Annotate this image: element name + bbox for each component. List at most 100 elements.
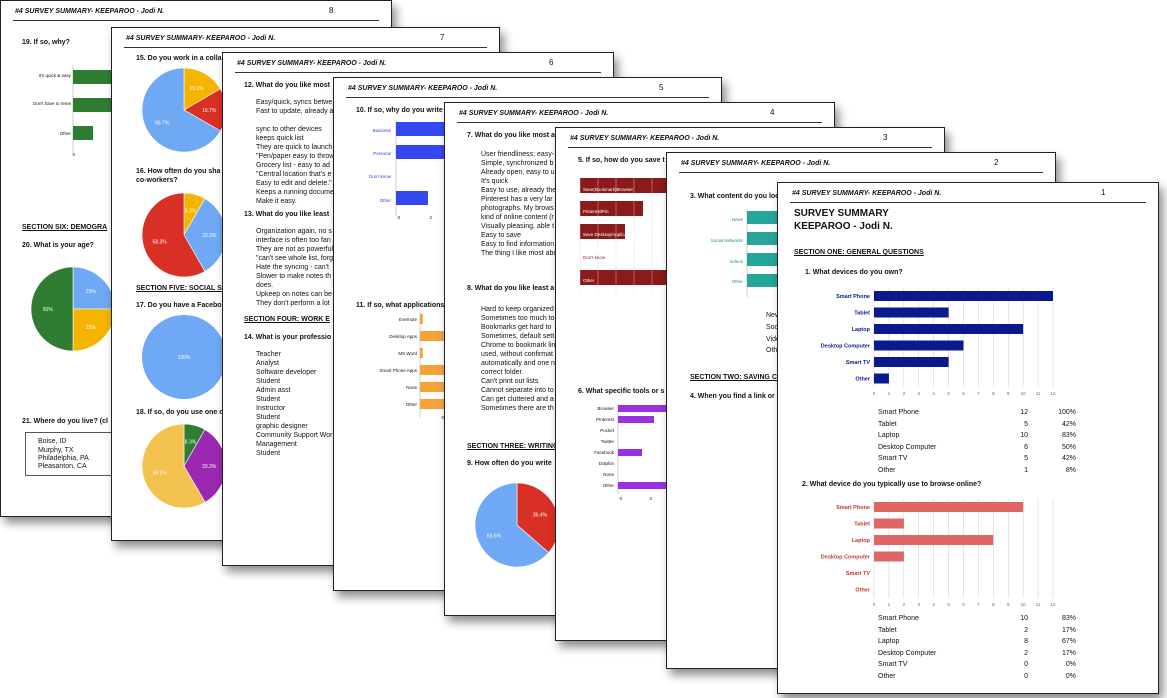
- list-line: Upkeep on notes can be: [256, 291, 332, 298]
- list-line: Teacher: [256, 351, 281, 358]
- category-label: Other: [855, 588, 871, 594]
- list-line: Student: [256, 396, 281, 403]
- table-cell-percent: 83%: [1061, 432, 1076, 439]
- category-label: Smart Phone: [836, 294, 870, 300]
- axis-tick: 11: [1036, 391, 1041, 396]
- tool-label: Browser: [597, 406, 614, 411]
- list-line: Organization again, no s: [256, 228, 332, 235]
- axis-tick: 1: [888, 391, 891, 396]
- bar: [396, 191, 428, 205]
- list-line: Make it easy.: [256, 198, 297, 205]
- list-line: sync to other devices: [256, 126, 322, 133]
- list-line: Bookmarks get hard to: [481, 324, 552, 331]
- list-line: They don't perform a lot: [256, 300, 330, 307]
- bar: [618, 416, 654, 423]
- header-rule: [13, 20, 379, 21]
- bar-label: Don't know: [368, 174, 391, 179]
- table-cell-percent: 0%: [1065, 672, 1076, 680]
- page-number: 7: [440, 33, 445, 42]
- social-use-pie-chart: 8.3% 33.3% 58.3%: [141, 423, 227, 509]
- list-line: Can get cluttered and a: [481, 396, 554, 403]
- axis-tick: 12: [1050, 602, 1056, 607]
- tool-label: Dolphin: [598, 461, 614, 466]
- list-line: Instructor: [256, 405, 286, 412]
- app-label: Smart Phone Apps: [379, 368, 417, 373]
- bar: [874, 324, 1024, 334]
- page-header: #4 SURVEY SUMMARY- KEEPAROO - Jodi N.: [126, 35, 276, 42]
- location-box: Boise, ID Murphy, TX Philadelphia, PA Pl…: [25, 432, 122, 476]
- table-cell-count: 8: [1024, 638, 1028, 645]
- table-cell-count: 5: [1024, 420, 1028, 428]
- category-label: Laptop: [852, 327, 871, 333]
- pie-slice-label: 25%: [86, 289, 97, 295]
- question-17: 17. Do you have a Facebo: [136, 302, 222, 309]
- page-number: 8: [329, 6, 334, 15]
- pie-slice-label: 33.3%: [202, 464, 217, 470]
- table-cell-label: Smart TV: [878, 661, 908, 668]
- header-rule: [346, 97, 709, 98]
- question-5: 5. If so, how do you save t: [578, 157, 665, 164]
- axis-tick: 11: [1036, 602, 1041, 607]
- list-line: The thing I like most abo: [481, 250, 558, 257]
- axis-tick: 12: [1050, 391, 1056, 396]
- bar: [874, 373, 889, 384]
- list-line: Easy/quick, syncs betwe: [256, 99, 333, 106]
- bar: [73, 98, 113, 112]
- list-line: Easy to find information: [481, 241, 555, 248]
- app-label: Desktop Apps: [389, 334, 417, 339]
- table-cell-label: Other: [878, 672, 896, 680]
- header-rule: [568, 147, 932, 148]
- pie-slice-label: 58.3%: [153, 471, 168, 477]
- category-label: Smart Phone: [836, 505, 870, 511]
- table-cell-percent: 67%: [1061, 638, 1076, 645]
- list-line: Analyst: [256, 360, 279, 367]
- pie-slice-label: 50%: [43, 307, 54, 313]
- header-rule: [235, 72, 601, 73]
- question-6: 6. What specific tools or s: [578, 388, 665, 395]
- page-header: #4 SURVEY SUMMARY- KEEPAROO - Jodi N.: [459, 110, 609, 117]
- question-4: 4. When you find a link or: [690, 393, 775, 400]
- list-line: Sometimes too much to: [481, 315, 555, 322]
- section-three-heading: SECTION THREE: WRITING: [467, 443, 559, 450]
- table-cell-count: 6: [1024, 443, 1028, 451]
- question-10: 10. If so, why do you write: [356, 107, 443, 114]
- bar-label: Other: [731, 279, 743, 284]
- age-pie-chart: 25% 25% 50%: [30, 266, 116, 352]
- table-cell-label: Laptop: [878, 432, 900, 439]
- axis-tick: 0: [619, 496, 622, 501]
- list-line: graphic designer: [256, 423, 308, 430]
- page-number: 6: [549, 58, 554, 67]
- page-header: #4 SURVEY SUMMARY- KEEPAROO - Jodi N.: [570, 135, 720, 142]
- list-line: Student: [256, 450, 281, 457]
- bar-label: Pinterest/Pin: [583, 209, 609, 214]
- list-line: Easy to edit and delete.": [256, 180, 332, 187]
- axis-tick: 2: [429, 215, 432, 220]
- page-1: #4 SURVEY SUMMARY- KEEPAROO - Jodi N. 1 …: [777, 182, 1159, 694]
- page-header: #4 SURVEY SUMMARY- KEEPAROO - Jodi N.: [348, 85, 498, 92]
- list-line: It's quick: [481, 178, 509, 185]
- question-16-cont: co-workers?: [136, 177, 178, 184]
- axis-tick: 0: [397, 215, 400, 220]
- axis-tick: 4: [932, 602, 935, 607]
- pie-slice-label: 63.6%: [487, 533, 502, 539]
- bar: [874, 307, 949, 318]
- list-line: Cannot separate into to: [481, 387, 554, 394]
- pie-slice-label: 25%: [86, 325, 97, 331]
- axis-tick: 3: [917, 602, 920, 607]
- page-header: #4 SURVEY SUMMARY- KEEPAROO - Jodi N.: [681, 160, 831, 167]
- list-line: Pinterest has a very lar: [481, 196, 553, 203]
- list-line: Easy to save: [481, 232, 522, 239]
- pie-slice-label: 66.7%: [155, 121, 170, 127]
- table-cell-count: 0: [1024, 661, 1028, 668]
- bar: [73, 126, 93, 140]
- section-one-heading: SECTION ONE: GENERAL QUESTIONS: [794, 249, 924, 256]
- list-line: Student: [256, 378, 281, 385]
- axis-tick: 6: [962, 391, 965, 396]
- bar-label: Don't have to reme: [33, 101, 71, 106]
- list-line: "can't see whole list, forg: [256, 255, 333, 262]
- bar: [874, 551, 904, 562]
- browse-device-bar-chart: 0 1 2 3 4 5 6 7 8 9 10 11 12Smart PhoneTabletLaptopD…: [821, 499, 1056, 607]
- page-header: #4 SURVEY SUMMARY- KEEPAROO - Jodi N.: [15, 8, 165, 15]
- page-number: 4: [770, 108, 775, 117]
- bar: [618, 449, 642, 456]
